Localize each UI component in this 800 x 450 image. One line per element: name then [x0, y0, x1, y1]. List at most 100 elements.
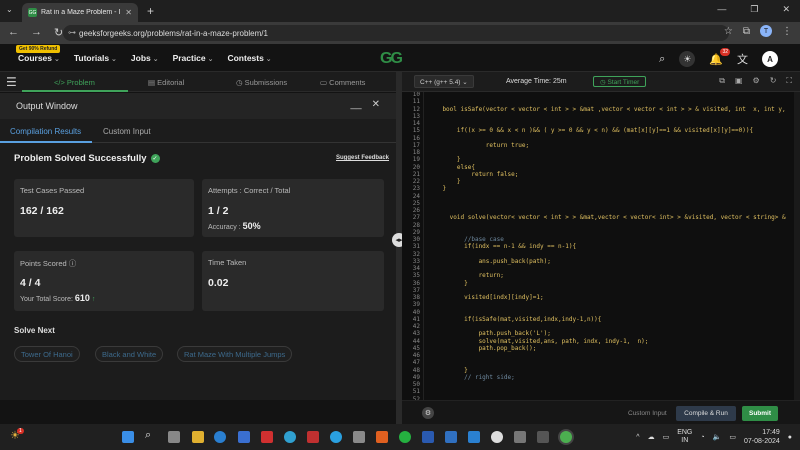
tab-compilation-results[interactable]: Compilation Results: [10, 127, 81, 136]
custom-input-button[interactable]: Custom Input: [628, 410, 667, 417]
app-icon-red[interactable]: [261, 431, 273, 443]
total-score-value: 610: [74, 293, 90, 303]
app-icon-blue[interactable]: [284, 431, 296, 443]
site-info-icon[interactable]: ⊶: [68, 28, 76, 37]
close-window-icon[interactable]: ✕: [782, 4, 790, 15]
github-icon[interactable]: [491, 431, 503, 443]
browser-menu-icon[interactable]: ⋮: [782, 26, 792, 37]
clock[interactable]: 17:49 07-08-2024: [744, 428, 780, 446]
tab-comments-label: Comments: [329, 78, 366, 87]
minimize-window-icon[interactable]: —: [717, 4, 726, 15]
theme-toggle-icon[interactable]: ☀: [679, 51, 696, 67]
notifications-icon[interactable]: ●: [788, 434, 792, 441]
copy-icon[interactable]: ⧉: [719, 76, 725, 86]
tray-app-icon[interactable]: ☁: [648, 433, 655, 441]
minimize-output-icon[interactable]: __: [350, 99, 361, 110]
nav-tutorials[interactable]: Tutorials: [74, 53, 117, 63]
nav-contests[interactable]: Contests: [227, 53, 271, 63]
profile-avatar[interactable]: T: [760, 25, 772, 37]
battery-icon[interactable]: ▭: [729, 433, 736, 441]
app-icon-image[interactable]: [514, 431, 526, 443]
solve-next-rat-maze[interactable]: Rat Maze With Multiple Jumps: [177, 346, 293, 362]
settings-icon[interactable]: ⚙: [753, 76, 760, 86]
compile-run-button[interactable]: Compile & Run: [676, 406, 736, 421]
close-output-icon[interactable]: ✕: [372, 99, 380, 110]
word-icon[interactable]: [422, 431, 434, 443]
brave-icon[interactable]: [376, 431, 388, 443]
store-icon[interactable]: [238, 431, 250, 443]
edge-icon[interactable]: [214, 431, 226, 443]
solve-next-tower-of-hanoi[interactable]: Tower Of Hanoi: [14, 346, 80, 362]
close-tab-icon[interactable]: ✕: [125, 8, 132, 17]
tab-submissions[interactable]: ◷ Submissions: [236, 78, 287, 87]
tab-comments[interactable]: ▭ Comments: [320, 78, 365, 87]
new-tab-icon[interactable]: +: [147, 4, 154, 18]
line-number: 10: [412, 92, 420, 98]
code-line: }: [428, 178, 461, 185]
app-icon-dark-blue[interactable]: [445, 431, 457, 443]
telegram-icon[interactable]: [330, 431, 342, 443]
app-icon-grey[interactable]: [353, 431, 365, 443]
line-number: 11: [412, 98, 420, 106]
whatsapp-icon[interactable]: [399, 431, 411, 443]
browser-tab[interactable]: GG Rat in a Maze Problem - I | Pra ✕: [22, 3, 138, 22]
user-avatar[interactable]: A: [762, 51, 778, 67]
start-menu-icon[interactable]: [122, 431, 134, 443]
start-timer-button[interactable]: ◷ Start Timer: [593, 76, 647, 87]
reload-icon[interactable]: ↻: [54, 26, 63, 39]
hamburger-menu-icon[interactable]: ☰: [6, 75, 17, 89]
code-line: if(isSafe(mat,visited,indx,indy-1,n)){: [428, 315, 602, 323]
fullscreen-icon[interactable]: ⛶: [786, 76, 792, 86]
translate-icon[interactable]: 文: [737, 51, 748, 67]
weather-widget-icon[interactable]: ☀ 1: [10, 428, 24, 442]
wifi-icon[interactable]: ◔: [700, 434, 704, 441]
active-output-tab-underline: [0, 141, 92, 143]
accuracy-line: Accuracy : 50%: [208, 221, 261, 231]
search-taskbar-icon[interactable]: ⌕: [145, 429, 157, 441]
tray-display-icon[interactable]: ▭: [663, 433, 670, 441]
gfg-logo[interactable]: GG: [380, 50, 403, 68]
tab-custom-input[interactable]: Custom Input: [103, 127, 151, 136]
solve-next-black-and-white[interactable]: Black and White: [95, 346, 164, 362]
code-line: path.pop_back();: [428, 344, 537, 352]
task-view-icon[interactable]: [168, 431, 180, 443]
vscode-icon[interactable]: [468, 431, 480, 443]
editor-scrollbar[interactable]: [794, 92, 800, 400]
reset-icon[interactable]: ↻: [770, 76, 777, 86]
file-explorer-icon[interactable]: [192, 431, 204, 443]
nav-practice[interactable]: Practice: [173, 53, 214, 63]
suggest-feedback-link[interactable]: Suggest Feedback: [336, 155, 389, 161]
nav-jobs[interactable]: Jobs: [131, 53, 159, 63]
output-window-header: Output Window __ ✕: [0, 93, 396, 119]
language-indicator[interactable]: ENG IN: [677, 429, 692, 445]
nav-courses[interactable]: Courses: [18, 53, 60, 63]
editor-settings-icon[interactable]: ⚙: [422, 407, 434, 419]
extensions-icon[interactable]: ⧉: [743, 26, 750, 37]
mcafee-icon[interactable]: [307, 431, 319, 443]
address-bar[interactable]: ⊶ geeksforgeeks.org/problems/rat-in-a-ma…: [63, 25, 729, 41]
volume-icon[interactable]: 🔈: [713, 433, 722, 441]
tab-problem[interactable]: </> Problem: [54, 78, 95, 87]
search-icon[interactable]: ⌕: [659, 53, 665, 66]
refund-badge[interactable]: Get 90% Refund: [16, 45, 61, 53]
app-icon-dark[interactable]: [537, 431, 549, 443]
line-number: 45: [412, 344, 420, 352]
tab-editorial[interactable]: ▤ Editorial: [148, 78, 184, 87]
attempts-value: 1 / 2: [208, 205, 229, 217]
tab-search-icon[interactable]: ⌄: [6, 5, 13, 14]
save-icon[interactable]: ▣: [735, 76, 743, 86]
bookmark-star-icon[interactable]: ☆: [724, 26, 733, 37]
restore-window-icon[interactable]: ❐: [750, 4, 758, 15]
info-icon[interactable]: ⓘ: [69, 259, 77, 268]
chrome-icon[interactable]: [560, 431, 572, 443]
tray-chevron-icon[interactable]: ^: [636, 434, 639, 441]
forward-icon[interactable]: →: [31, 26, 42, 39]
line-number: 27: [412, 214, 420, 222]
language-select[interactable]: C++ (g++ 5.4) ⌄: [414, 75, 474, 88]
submit-button[interactable]: Submit: [742, 406, 778, 421]
code-editor[interactable]: 10 11 12 13 14 15 16 17 18 19 20 21 22 23 24 25 26 27 28 29…: [402, 92, 794, 400]
points-label-wrap: Points Scored ⓘ: [20, 258, 76, 269]
notification-bell-icon[interactable]: 🔔 32: [709, 47, 730, 66]
back-icon[interactable]: ←: [8, 26, 19, 39]
points-card: Points Scored ⓘ 4 / 4 Your Total Score: …: [14, 251, 194, 311]
